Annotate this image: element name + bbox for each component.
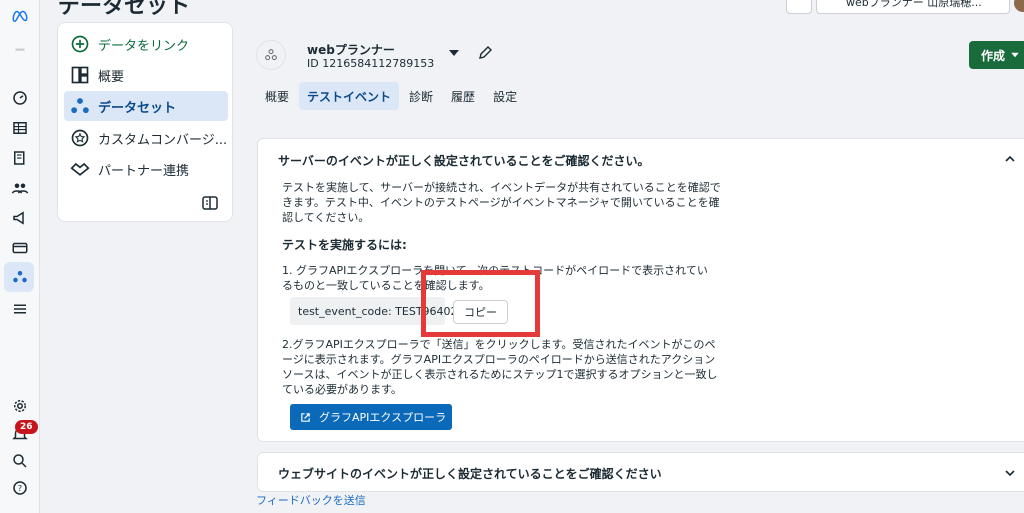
billing-card-icon[interactable] [10,238,30,258]
menu-icon[interactable] [10,299,30,319]
graph-api-explorer-button[interactable]: グラフAPIエクスプローラ [290,404,452,430]
left-nav-rail: 26 ? [0,0,40,513]
external-link-icon [301,412,310,422]
help-icon[interactable]: ? [10,478,30,498]
events-manager-sidebar: データをリンク 概要 データセット カスタムコンバージ... パートナー連携 [57,22,233,222]
how-to-title: テストを実施するには: [282,238,407,252]
audience-icon[interactable] [10,178,30,198]
server-section-description: テストを実施して、サーバーが接続され、イベントデータが共有されていることを確認で… [282,181,721,224]
dataset-dropdown-icon[interactable] [449,49,459,57]
create-button-label: 作成 [981,48,1006,63]
collapse-sidebar-icon[interactable] [202,195,218,211]
website-events-section[interactable]: ウェブサイトのイベントが正しく設定されていることをご確認ください [257,452,1024,492]
avatar[interactable] [1014,0,1024,12]
chevron-up-icon[interactable] [1004,153,1016,165]
test-event-code: test_event_code: TEST96402 [290,297,458,325]
sidebar-item-overview[interactable]: 概要 [64,60,228,90]
svg-text:?: ? [18,483,22,493]
sidebar-item-label: データセット [98,100,177,116]
tab-test-events[interactable]: テストイベント [299,82,400,110]
chevron-down-icon[interactable] [1004,467,1016,479]
server-section-title: サーバーのイベントが正しく設定されていることをご確認ください。 [278,154,650,168]
sidebar-item-label: パートナー連携 [98,163,190,179]
dataset-id: ID 1216584112789153 [307,57,435,70]
step-2-text: 2.グラフAPIエクスプローラで「送信」をクリックします。受信されたイベントがこ… [282,338,718,396]
server-events-section: サーバーのイベントが正しく設定されていることをご確認ください。 テストを実施して… [257,138,1024,442]
events-manager-icon[interactable] [10,267,30,287]
edit-pencil-icon[interactable] [477,45,493,61]
sidebar-item-custom-conversions[interactable]: カスタムコンバージ... [64,123,228,153]
tab-overview[interactable]: 概要 [257,82,297,110]
website-section-title: ウェブサイトのイベントが正しく設定されていることをご確認ください [278,467,662,481]
sidebar-item-datasets[interactable]: データセット [64,91,228,121]
feedback-link[interactable]: フィードバックを送信 [256,492,366,508]
top-toolbar-button[interactable] [786,0,812,14]
tab-settings[interactable]: 設定 [485,82,525,110]
chevron-down-icon [1011,52,1019,58]
tab-history[interactable]: 履歴 [443,82,483,110]
account-selector-label: webプランナー 山原瑞穂... [846,0,982,9]
plus-circle-icon [71,35,89,53]
star-badge-icon [71,129,89,147]
step-1-text: 1. グラフAPIエクスプローラを開いて、次のテストコードがペイロードで表示され… [282,264,708,292]
handshake-icon [70,162,90,176]
graph-api-explorer-label: グラフAPIエクスプローラ [319,411,447,424]
dataset-avatar-icon [256,40,286,70]
sidebar-item-partner-integrations[interactable]: パートナー連携 [64,154,228,184]
business-logo-icon [10,40,30,60]
sidebar-item-link-data[interactable]: データをリンク [64,29,228,59]
page-title: データセット [58,0,191,19]
table-icon[interactable] [10,118,30,138]
dataset-tabs: 概要 テストイベント 診断 履歴 設定 [257,82,525,110]
sidebar-item-label: カスタムコンバージ... [98,132,228,148]
dataset-icon [71,98,89,114]
megaphone-icon[interactable] [10,208,30,228]
tab-diagnostics[interactable]: 診断 [401,82,441,110]
sidebar-item-label: 概要 [98,69,125,85]
copy-button[interactable]: コピー [453,300,508,324]
create-button[interactable]: 作成 [969,41,1024,69]
settings-gear-icon[interactable] [10,396,30,416]
meta-logo-icon[interactable] [10,6,30,26]
layout-icon [71,66,89,84]
notification-badge: 26 [15,420,38,434]
search-icon[interactable] [10,451,30,471]
pages-icon[interactable] [10,148,30,168]
dataset-name: webプランナー [307,43,395,57]
sidebar-item-label: データをリンク [98,38,190,54]
dashboard-gauge-icon[interactable] [10,88,30,108]
